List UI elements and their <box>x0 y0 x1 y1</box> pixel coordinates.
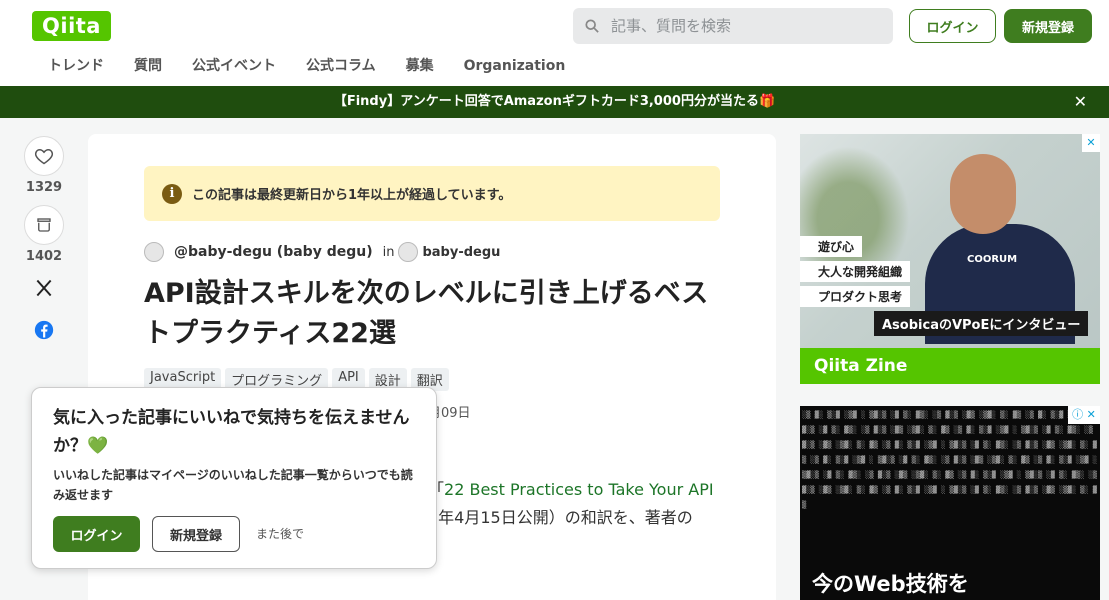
shirt-text: COORUM <box>967 254 1018 265</box>
search-box[interactable] <box>573 8 893 44</box>
nav-columns[interactable]: 公式コラム <box>291 56 391 78</box>
stock-icon <box>37 218 51 232</box>
nav-trend[interactable]: トレンド <box>33 56 119 78</box>
site-header: Qiita ログイン 新規登録 トレンド 質問 公式イベント 公式コラム 募集 … <box>0 0 1109 86</box>
banner-text[interactable]: 【Findy】アンケート回答でAmazonギフトカード3,000円分が当たる🎁 <box>334 94 775 109</box>
search-icon <box>585 19 599 33</box>
ad-badge: プロダクト思考 <box>800 286 911 307</box>
author-line: @baby-degu (baby degu) in baby-degu <box>144 242 500 262</box>
heart-icon <box>34 148 54 165</box>
popup-signup-button[interactable]: 新規登録 <box>152 516 240 552</box>
facebook-icon <box>34 320 54 340</box>
org-name[interactable]: baby-degu <box>422 245 500 260</box>
ad-headline: 今のWeb技術を <box>812 572 969 596</box>
popup-text: いいねした記事はマイページのいいねした記事一覧からいつでも読み返せます <box>53 468 413 502</box>
like-button[interactable] <box>24 136 64 176</box>
nav-questions[interactable]: 質問 <box>119 56 177 78</box>
nav-organization[interactable]: Organization <box>449 56 581 78</box>
ad-choices-icon[interactable]: ⓘ ✕ <box>1068 406 1100 424</box>
signup-button[interactable]: 新規登録 <box>1004 9 1092 43</box>
article-actions: 1329 1402 <box>24 136 64 344</box>
ad-person-head <box>950 154 1016 234</box>
nav-events[interactable]: 公式イベント <box>177 56 291 78</box>
body-text-line: 1年4月15日公開）の和訳を、著者の <box>428 508 693 527</box>
popup-login-button[interactable]: ログイン <box>53 516 140 552</box>
stock-count: 1402 <box>25 249 63 264</box>
popup-later-link[interactable]: また後で <box>256 525 304 542</box>
qiita-logo[interactable]: Qiita <box>32 11 111 41</box>
info-icon: i <box>162 183 182 204</box>
ad-choices-icon[interactable]: ✕ <box>1082 134 1100 152</box>
in-label: in <box>382 244 395 260</box>
body-text-line: 「22 Best Practices to Take Your API <box>428 476 714 500</box>
outdated-notice: i この記事は最終更新日から1年以上が経過しています。 <box>144 166 720 221</box>
x-share-button[interactable] <box>24 278 64 302</box>
notice-text: この記事は最終更新日から1年以上が経過しています。 <box>192 188 512 203</box>
like-count: 1329 <box>25 180 63 195</box>
qiita-zine-ad[interactable]: COORUM 遊び心 大人な開発組織 プロダクト思考 AsobicaのVPoEに… <box>800 134 1100 384</box>
x-icon <box>36 279 52 297</box>
avatar[interactable] <box>144 242 164 262</box>
main-nav: トレンド 質問 公式イベント 公式コラム 募集 Organization <box>33 56 580 78</box>
display-ad[interactable]: ░▒ ▓░ ▒░▓ ░▒▓ ░ ▒▓░▒ ░▓ ▒░ ▓▒░ ░▒ ▓░▒ ░▓… <box>800 406 1100 600</box>
stock-button[interactable] <box>24 205 64 245</box>
like-prompt-popup: 気に入った記事にいいねで気持ちを伝えませんか？💚 いいねした記事はマイページのい… <box>31 387 437 569</box>
ad-background-pattern: ░▒ ▓░ ▒░▓ ░▒▓ ░ ▒▓░▒ ░▓ ▒░ ▓▒░ ░▒ ▓░▒ ░▓… <box>802 411 1098 509</box>
qiita-zine-label: Qiita Zine <box>800 348 1100 384</box>
org-avatar[interactable] <box>398 242 419 262</box>
promo-banner[interactable]: 【Findy】アンケート回答でAmazonギフトカード3,000円分が当たる🎁 … <box>0 86 1109 118</box>
popup-heading: 気に入った記事にいいねで気持ちを伝えませんか？💚 <box>53 408 410 456</box>
author-name[interactable]: @baby-degu (baby degu) <box>174 244 373 260</box>
ad-badge: 大人な開発組織 <box>800 261 911 282</box>
source-link[interactable]: 22 Best Practices to Take Your API <box>444 480 714 499</box>
facebook-share-button[interactable] <box>24 320 64 344</box>
search-input[interactable] <box>611 17 871 35</box>
close-icon[interactable]: ✕ <box>1074 86 1087 118</box>
article-title: API設計スキルを次のレベルに引き上げるベストプラクティス22選 <box>144 278 709 349</box>
login-button[interactable]: ログイン <box>909 9 996 43</box>
nav-recruit[interactable]: 募集 <box>391 56 449 78</box>
ad-caption: AsobicaのVPoEにインタビュー <box>874 311 1089 336</box>
ad-badge: 遊び心 <box>800 236 863 257</box>
